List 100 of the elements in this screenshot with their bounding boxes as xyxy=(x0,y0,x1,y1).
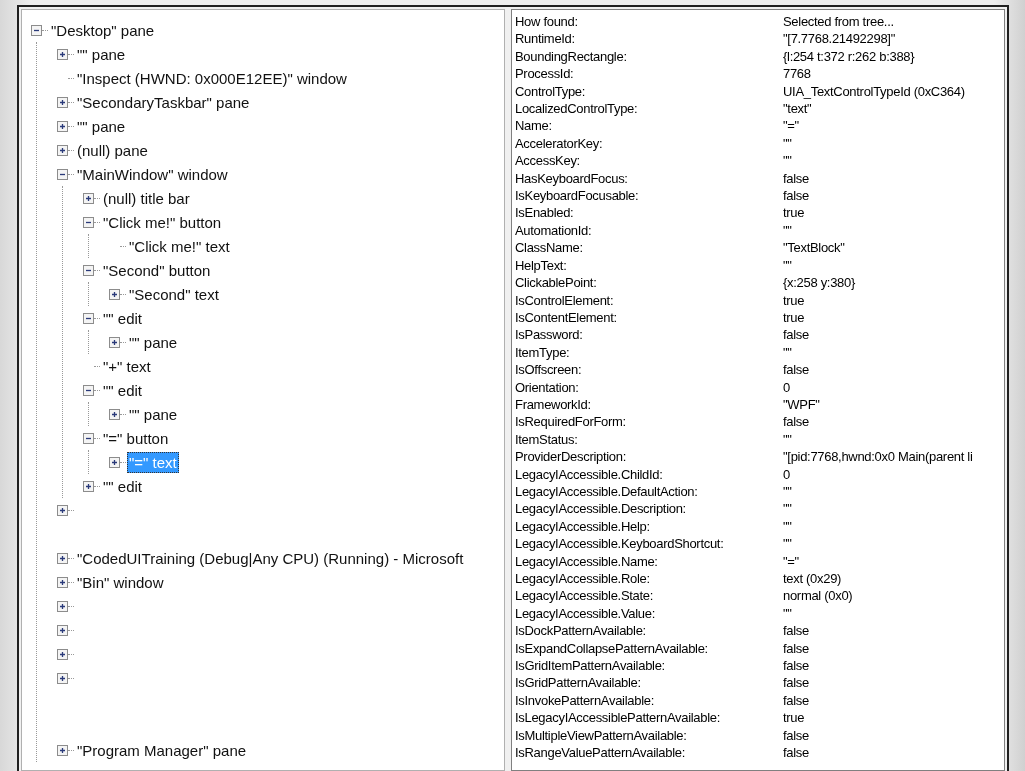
property-name: IsOffscreen: xyxy=(515,361,583,379)
expand-button[interactable] xyxy=(57,672,68,684)
property-name: AcceleratorKey: xyxy=(515,134,604,153)
property-value: false xyxy=(783,744,810,762)
property-value: false xyxy=(783,187,810,205)
property-value: UIA_TextControlTypeId (0xC364) xyxy=(783,82,966,101)
expand-button[interactable] xyxy=(57,504,68,516)
expand-button[interactable] xyxy=(109,336,120,348)
property-name: Orientation: xyxy=(515,378,580,396)
tree-item[interactable]: "" pane xyxy=(127,403,180,425)
collapse-button[interactable] xyxy=(83,264,94,276)
tree-item[interactable]: "Click me!" text xyxy=(127,235,232,257)
tree-item[interactable]: "" edit xyxy=(101,475,144,497)
tree-item[interactable]: "" pane xyxy=(127,331,180,353)
expand-button[interactable] xyxy=(57,744,68,756)
property-name: IsRangeValuePatternAvailable: xyxy=(515,744,687,762)
property-value: true xyxy=(783,308,806,327)
property-name: HasKeyboardFocus: xyxy=(515,169,629,188)
property-name: IsGridItemPatternAvailable: xyxy=(515,657,666,675)
property-value: "" xyxy=(783,343,793,362)
property-name: ControlType: xyxy=(515,82,587,101)
property-name: IsInvokePatternAvailable: xyxy=(515,691,655,710)
expand-button[interactable] xyxy=(57,552,68,564)
tree-item[interactable]: "Second" text xyxy=(127,283,221,305)
property-name: LegacyIAccessible.DefaultAction: xyxy=(515,482,699,501)
expand-button[interactable] xyxy=(57,96,68,108)
property-name: HelpText: xyxy=(515,256,568,275)
tree-item[interactable]: "Click me!" button xyxy=(101,211,224,233)
property-name: LegacyIAccessible.Description: xyxy=(515,500,687,518)
property-name: LegacyIAccessible.Role: xyxy=(515,570,651,588)
property-value: false xyxy=(783,674,810,692)
property-name: ClassName: xyxy=(515,239,584,257)
property-value: "" xyxy=(783,535,793,553)
property-value: false xyxy=(783,691,810,710)
property-value: false xyxy=(783,326,810,344)
collapse-button[interactable] xyxy=(83,432,94,444)
property-name: IsContentElement: xyxy=(515,308,618,327)
property-name: LegacyIAccessible.ChildId: xyxy=(515,465,664,483)
property-value: "" xyxy=(783,430,793,449)
expand-button[interactable] xyxy=(109,288,120,300)
expand-button[interactable] xyxy=(83,192,94,204)
property-name: AutomationId: xyxy=(515,221,593,240)
property-value: normal (0x0) xyxy=(783,587,854,605)
property-name: IsKeyboardFocusable: xyxy=(515,187,640,205)
expand-button[interactable] xyxy=(57,48,68,60)
property-value: {x:258 y:380} xyxy=(783,274,856,292)
property-name: LegacyIAccessible.KeyboardShortcut: xyxy=(515,535,725,553)
tree-item[interactable]: "" edit xyxy=(101,379,144,401)
expand-button[interactable] xyxy=(57,144,68,156)
tree-item[interactable]: "Bin" window xyxy=(75,571,166,593)
expand-button[interactable] xyxy=(57,120,68,132)
tree-item[interactable]: (null) pane xyxy=(75,139,150,161)
expand-button[interactable] xyxy=(109,408,120,420)
property-name: IsExpandCollapsePatternAvailable: xyxy=(515,639,709,658)
property-name: BoundingRectangle: xyxy=(515,47,628,66)
property-value: true xyxy=(783,709,806,727)
property-value: false xyxy=(783,361,810,379)
property-name: IsDockPatternAvailable: xyxy=(515,622,647,640)
property-value: "" xyxy=(783,134,793,153)
tree-item[interactable]: "" edit xyxy=(101,307,144,329)
property-name: LegacyIAccessible.Value: xyxy=(515,604,656,623)
collapse-button[interactable] xyxy=(83,312,94,324)
property-name: RuntimeId: xyxy=(515,30,576,48)
tree-item[interactable]: "" pane xyxy=(75,115,128,137)
property-value: "WPF" xyxy=(783,395,821,414)
tree-item[interactable]: "=" button xyxy=(101,427,171,449)
property-name: IsControlElement: xyxy=(515,291,615,309)
collapse-button[interactable] xyxy=(57,168,68,180)
tree-item[interactable]: (null) title bar xyxy=(101,187,192,209)
tree-item[interactable]: "Inspect (HWND: 0x000E12EE)" window xyxy=(75,67,349,89)
property-value: "TextBlock" xyxy=(783,239,846,257)
tree-item[interactable]: "Program Manager" pane xyxy=(75,739,249,761)
property-name: ProviderDescription: xyxy=(515,448,628,466)
property-name: IsGridPatternAvailable: xyxy=(515,674,642,692)
property-value: 0 xyxy=(783,378,791,396)
expand-button[interactable] xyxy=(83,480,94,492)
expand-button[interactable] xyxy=(57,600,68,612)
property-value: "text" xyxy=(783,100,813,118)
tree-item[interactable]: "SecondaryTaskbar" pane xyxy=(75,91,252,113)
expand-button[interactable] xyxy=(57,648,68,660)
property-value: true xyxy=(783,204,806,222)
property-name: Name: xyxy=(515,117,553,135)
property-value: false xyxy=(783,639,810,658)
collapse-button[interactable] xyxy=(31,24,42,36)
tree-item[interactable]: "Second" button xyxy=(101,259,213,281)
tree-item[interactable]: "+" text xyxy=(101,355,153,377)
collapse-button[interactable] xyxy=(83,384,94,396)
property-name: ItemStatus: xyxy=(515,430,579,449)
collapse-button[interactable] xyxy=(83,216,94,228)
tree-item[interactable]: "MainWindow" window xyxy=(75,163,230,185)
property-value: {l:254 t:372 r:262 b:388} xyxy=(783,47,916,66)
expand-button[interactable] xyxy=(57,576,68,588)
tree-item[interactable]: "CodedUITraining (Debug|Any CPU) (Running) - Microsoft xyxy=(75,547,466,569)
property-value: Selected from tree... xyxy=(783,13,895,31)
expand-button[interactable] xyxy=(57,624,68,636)
expand-button[interactable] xyxy=(109,456,120,468)
property-value: "" xyxy=(783,482,793,501)
tree-item[interactable]: "Desktop" pane xyxy=(49,19,157,41)
tree-item[interactable]: "" pane xyxy=(75,43,128,65)
property-name: IsPassword: xyxy=(515,326,584,344)
